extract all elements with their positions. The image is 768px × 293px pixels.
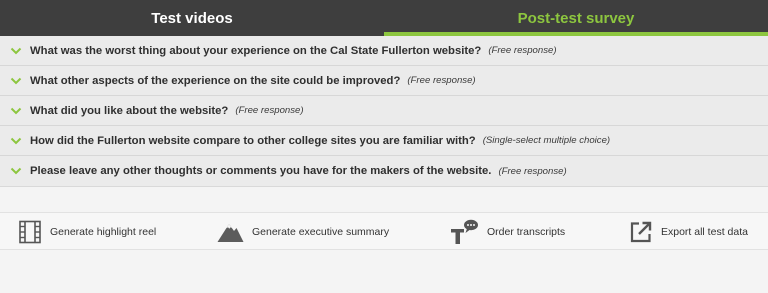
survey-question-list: What was the worst thing about your expe… <box>0 36 768 187</box>
question-text: What did you like about the website? <box>30 104 229 117</box>
question-type: (Free response) <box>235 105 304 116</box>
tab-test-videos[interactable]: Test videos <box>0 0 384 36</box>
generate-executive-summary-button[interactable]: Generate executive summary <box>217 213 389 251</box>
chevron-down-icon[interactable] <box>10 106 22 116</box>
order-transcripts-label: Order transcripts <box>487 226 566 238</box>
export-all-test-data-label: Export all test data <box>661 226 748 238</box>
action-bar: Generate highlight reel Generate executi… <box>0 212 768 250</box>
question-type: (Free response) <box>407 75 476 86</box>
generate-executive-summary-label: Generate executive summary <box>252 226 390 238</box>
chevron-down-icon[interactable] <box>10 76 22 86</box>
question-type: (Free response) <box>488 45 557 56</box>
generate-highlight-reel-label: Generate highlight reel <box>50 226 157 238</box>
survey-question-row[interactable]: How did the Fullerton website compare to… <box>0 126 768 156</box>
tab-post-test-survey[interactable]: Post-test survey <box>384 0 768 36</box>
survey-question-row[interactable]: What other aspects of the experience on … <box>0 66 768 96</box>
chevron-down-icon[interactable] <box>10 46 22 56</box>
generate-highlight-reel-button[interactable]: Generate highlight reel <box>18 213 156 251</box>
question-text: What other aspects of the experience on … <box>30 74 401 87</box>
question-type: (Free response) <box>498 165 567 177</box>
mountain-icon <box>217 221 244 243</box>
chevron-down-icon[interactable] <box>10 166 22 176</box>
survey-question-row[interactable]: What was the worst thing about your expe… <box>0 36 768 66</box>
export-all-test-data-button[interactable]: Export all test data <box>629 213 748 251</box>
survey-question-row[interactable]: Please leave any other thoughts or comme… <box>0 156 768 186</box>
survey-question-row[interactable]: What did you like about the website? (Fr… <box>0 96 768 126</box>
question-text: Please leave any other thoughts or comme… <box>30 165 492 177</box>
tab-bar: Test videos Post-test survey <box>0 0 768 36</box>
question-type: (Single-select multiple choice) <box>482 135 611 146</box>
order-transcripts-button[interactable]: Order transcripts <box>449 213 565 251</box>
film-strip-icon <box>18 220 42 244</box>
chevron-down-icon[interactable] <box>10 136 22 146</box>
export-icon <box>629 220 653 244</box>
question-text: How did the Fullerton website compare to… <box>30 134 476 147</box>
transcript-icon <box>449 218 479 246</box>
question-text: What was the worst thing about your expe… <box>30 44 482 57</box>
